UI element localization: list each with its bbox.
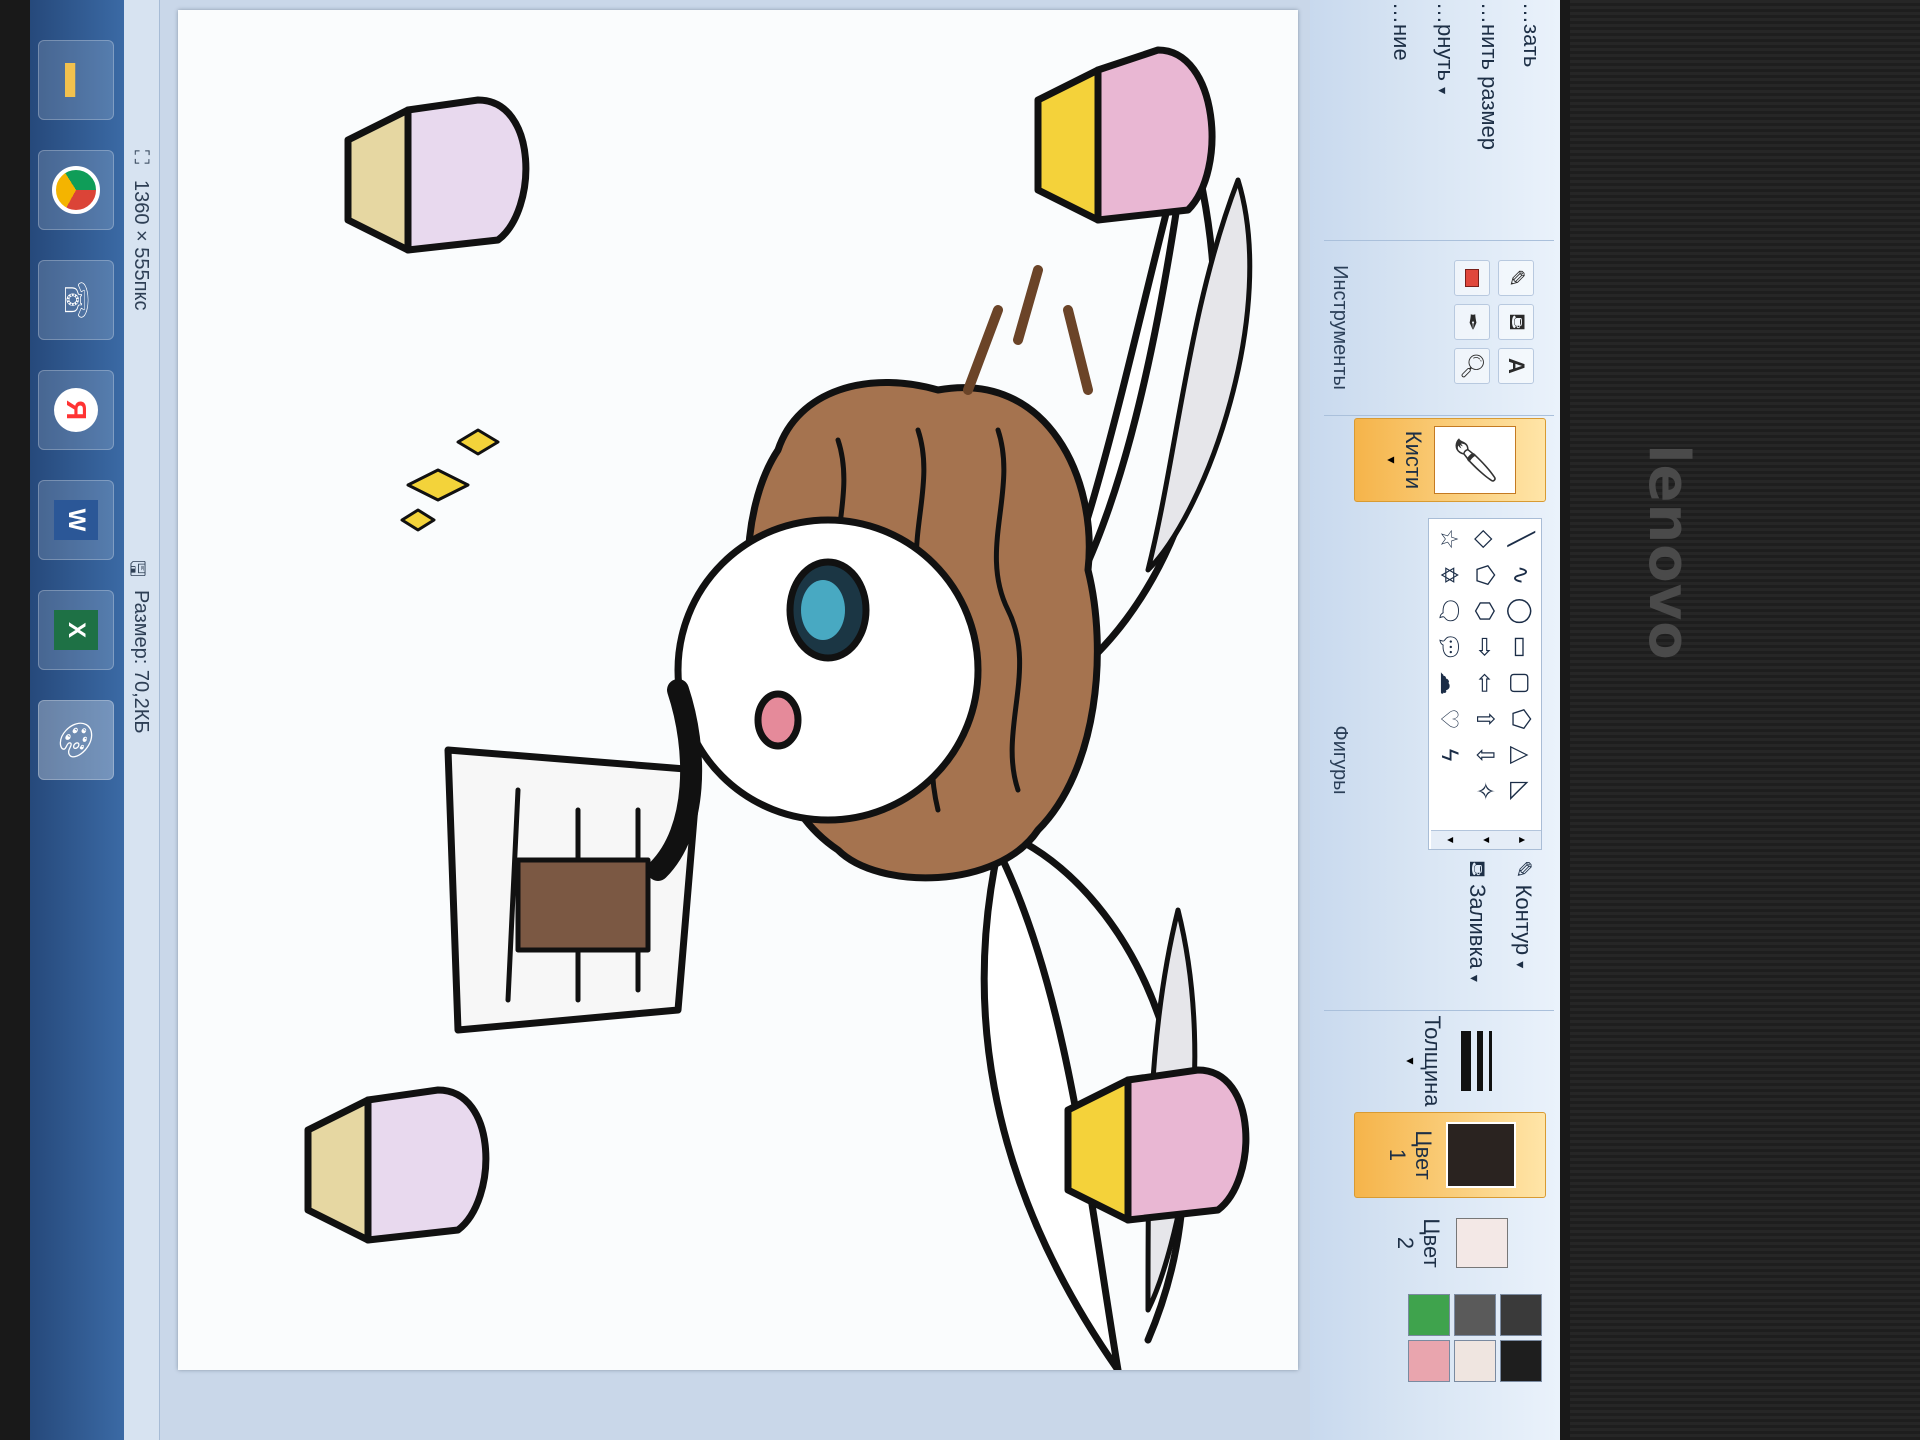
mouth — [754, 690, 802, 750]
polygon-shape-icon[interactable]: ⬠ — [1505, 703, 1537, 735]
arrow-down-shape-icon[interactable]: ⇩ — [1469, 739, 1501, 771]
brushes-label: Кисти — [1401, 430, 1427, 490]
fill-bucket-small-icon: ⛾ — [1465, 860, 1490, 878]
thickness-label: Толщина — [1420, 1015, 1445, 1107]
canvas-dimensions: 1360 × 555пкс — [130, 180, 152, 311]
star4-shape-icon[interactable]: ✧ — [1469, 775, 1501, 807]
color2-label: Цвет 2 — [1393, 1218, 1444, 1268]
laptop-brand-logo: lenovo — [1635, 444, 1701, 661]
arrow-up-shape-icon[interactable]: ⇧ — [1469, 703, 1501, 735]
thickness-lines-icon — [1455, 1031, 1498, 1091]
ribbon: …зать …нить размер …рнуть ▾ …ние ✎ ⛾ A ✒… — [1309, 0, 1560, 1440]
taskbar: ▬ ☏ Я W X 🎨︎ — [30, 0, 124, 1440]
callout-oval-shape-icon[interactable]: 💬︎ — [1433, 631, 1465, 663]
color-picker-icon[interactable]: ✒ — [1454, 304, 1490, 340]
curve-shape-icon[interactable]: ∿ — [1505, 559, 1537, 591]
oval-shape-icon[interactable]: ◯ — [1505, 595, 1537, 627]
tools-group-label: Инструменты — [1329, 265, 1351, 390]
color2-button[interactable]: Цвет 2 — [1354, 1200, 1546, 1286]
heart-shape-icon[interactable]: ♡ — [1433, 703, 1465, 735]
palette-swatch[interactable] — [1500, 1340, 1542, 1382]
rotate-button[interactable]: …рнуть ▾ — [1432, 2, 1458, 94]
chevron-down-icon: ▾ — [1403, 1057, 1419, 1065]
rounded-rect-shape-icon[interactable]: ▢ — [1505, 667, 1537, 699]
drawing-canvas[interactable] — [178, 10, 1298, 1374]
callout-cloud-shape-icon[interactable]: ☁ — [1433, 667, 1465, 699]
triangle-shape-icon[interactable]: △ — [1505, 739, 1537, 771]
shapes-scrollbar[interactable]: ▴ ▾ ▾ — [1431, 830, 1541, 849]
color-palette — [1346, 1290, 1546, 1440]
outline-button[interactable]: ✎ Контур ▾ — [1510, 860, 1536, 968]
file-size: Размер: 70,2КБ — [130, 590, 152, 734]
palette-swatch[interactable] — [1500, 1294, 1542, 1336]
phone-icon[interactable]: ☏ — [38, 260, 114, 340]
arrow-left-shape-icon[interactable]: ⇦ — [1469, 667, 1501, 699]
shapes-group: ╲ ∿ ◯ ▭ ▢ ⬠ △ ◺ ◇ ⬠ ⬡ ⇨ ⇦ ⇧ ⇩ ✧ ☆ ✡ 🗨︎ 💬… — [1324, 510, 1554, 1011]
pentagon-shape-icon[interactable]: ⬠ — [1469, 559, 1501, 591]
rectangle-shape-icon[interactable]: ▭ — [1505, 631, 1537, 663]
color2-swatch — [1456, 1218, 1508, 1268]
right-triangle-shape-icon[interactable]: ◺ — [1505, 775, 1537, 807]
fill-bucket-icon[interactable]: ⛾ — [1498, 304, 1534, 340]
cupcake-top-left — [1034, 46, 1216, 224]
hexagon-shape-icon[interactable]: ⬡ — [1469, 595, 1501, 627]
paint-window: …зать …нить размер …рнуть ▾ …ние ✎ ⛾ A ✒… — [30, 0, 1560, 1440]
paint-icon[interactable]: 🎨︎ — [38, 700, 114, 780]
shapes-group-label: Фигуры — [1329, 725, 1351, 795]
pencil-icon[interactable]: ✎ — [1498, 260, 1534, 296]
color1-swatch — [1446, 1122, 1516, 1188]
color1-button[interactable]: Цвет 1 — [1354, 1112, 1546, 1198]
star6-shape-icon[interactable]: ✡ — [1433, 559, 1465, 591]
star5-shape-icon[interactable]: ☆ — [1433, 523, 1465, 555]
palette-swatch[interactable] — [1454, 1340, 1496, 1382]
eraser-icon[interactable] — [1454, 260, 1490, 296]
drawing — [304, 46, 1253, 1374]
thickness-button[interactable]: Толщина ▾ — [1354, 1015, 1546, 1107]
arrow-right-shape-icon[interactable]: ⇨ — [1469, 631, 1501, 663]
callout-rect-shape-icon[interactable]: 🗨︎ — [1433, 595, 1465, 627]
tools-group: ✎ ⛾ A ✒ 🔍︎ Инструменты — [1324, 240, 1554, 416]
lightning-shape-icon[interactable]: ϟ — [1433, 739, 1465, 771]
screen: …зать …нить размер …рнуть ▾ …ние ✎ ⛾ A ✒… — [30, 0, 1560, 1440]
palette-swatch[interactable] — [1408, 1294, 1450, 1336]
fill-button[interactable]: ⛾ Заливка ▾ — [1461, 860, 1490, 982]
canvas-area — [160, 0, 1310, 1440]
cupcake-bottom-right — [304, 1086, 490, 1244]
outline-pencil-icon: ✎ — [1511, 860, 1536, 879]
paste-button[interactable]: …зать — [1518, 2, 1544, 67]
cupcake-bottom-left — [1064, 1066, 1250, 1224]
palette-swatch[interactable] — [1454, 1294, 1496, 1336]
shapes-gallery: ╲ ∿ ◯ ▭ ▢ ⬠ △ ◺ ◇ ⬠ ⬡ ⇨ ⇦ ⇧ ⇩ ✧ ☆ ✡ 🗨︎ 💬… — [1428, 518, 1542, 850]
image-group: …зать …нить размер …рнуть ▾ …ние — [1324, 0, 1554, 241]
brushes-button[interactable]: 🖌︎ Кисти ▾ — [1354, 418, 1546, 502]
magnifier-icon[interactable]: 🔍︎ — [1454, 348, 1490, 384]
line-shape-icon[interactable]: ╲ — [1505, 523, 1537, 555]
word-icon[interactable]: W — [38, 480, 114, 560]
laptop-bezel-side — [1570, 0, 1920, 1440]
brush-icon: 🖌︎ — [1434, 426, 1517, 494]
canvas-dimensions-icon: ⛶ — [130, 150, 152, 164]
chevron-down-icon: ▾ — [1384, 456, 1401, 464]
yandex-icon[interactable]: Я — [38, 370, 114, 450]
diamond-shape-icon[interactable]: ◇ — [1469, 523, 1501, 555]
cupcake-top-right — [344, 96, 530, 254]
select-group-label: …ние — [1389, 2, 1414, 61]
color1-label: Цвет 1 — [1385, 1130, 1436, 1180]
status-bar: ⛶ 1360 × 555пкс 🖫︎ Размер: 70,2КБ — [123, 0, 160, 1440]
resize-button[interactable]: …нить размер — [1476, 2, 1502, 150]
palette-swatch[interactable] — [1408, 1340, 1450, 1382]
text-tool-icon[interactable]: A — [1498, 348, 1534, 384]
body-panel — [515, 857, 651, 953]
chrome-icon[interactable] — [38, 150, 114, 230]
folder-icon[interactable]: ▬ — [38, 40, 114, 120]
excel-icon[interactable]: X — [38, 590, 114, 670]
